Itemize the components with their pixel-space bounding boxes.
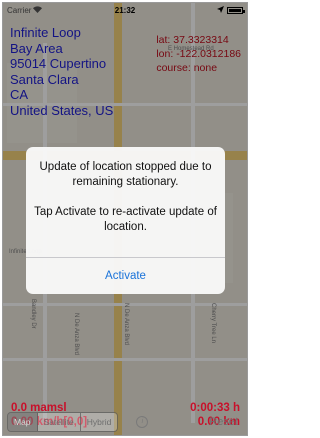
reset-button[interactable]: Reset [209,416,238,428]
map-type-hybrid-button[interactable]: Hybrid [80,413,118,431]
map-type-segmented-control: Map Satellite Hybrid [7,412,119,432]
app-screen: E Homestead Rd N De Anza Blvd N De Anza … [2,2,248,436]
info-icon[interactable]: i [136,416,149,428]
map-type-map-button[interactable]: Map [8,413,38,431]
alert-dialog: Update of location stopped due to remain… [26,147,225,294]
alert-message: Tap Activate to re-activate update of lo… [34,206,217,233]
activate-button[interactable]: Activate [26,258,225,294]
map-type-satellite-button[interactable]: Satellite [37,413,81,431]
bottom-toolbar: Map Satellite Hybrid i Reset [3,409,247,435]
alert-message: Update of location stopped due to remain… [39,161,212,188]
